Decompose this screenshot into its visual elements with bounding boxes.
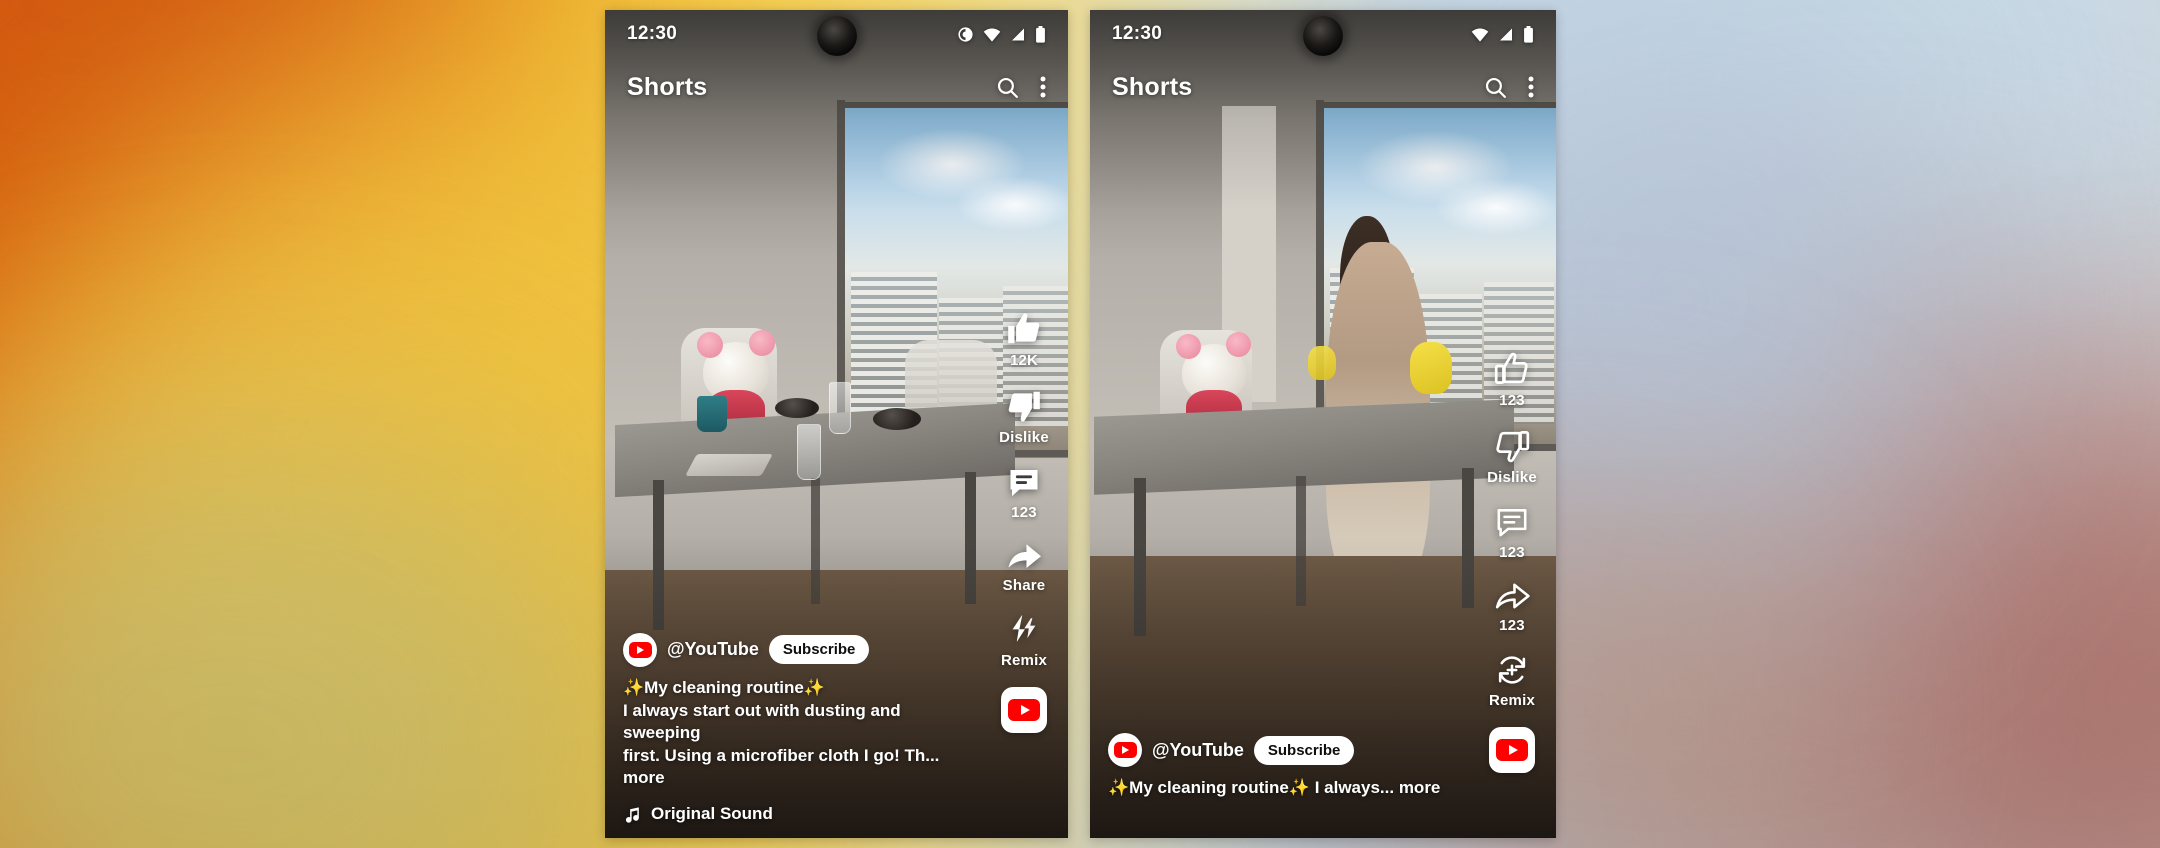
wifi-icon (983, 27, 1001, 42)
comment-filled-icon (1006, 464, 1042, 500)
thumbs-down-filled-icon (1005, 387, 1043, 425)
status-icon-group (957, 25, 1046, 43)
like-button[interactable]: 12K (990, 310, 1058, 369)
sound-name: Original Sound (651, 804, 773, 823)
background-veil (0, 0, 2160, 848)
comment-outline-icon (1494, 504, 1530, 540)
front-camera-punch-hole (816, 16, 857, 56)
status-time: 12:30 (1112, 23, 1163, 44)
description-line-3: first. Using a microfiber cloth I go! Th… (623, 745, 940, 765)
status-time: 12:30 (627, 23, 678, 44)
youtube-play-icon (628, 641, 652, 658)
description-more-link[interactable]: more (1399, 778, 1441, 797)
shorts-header: Shorts (605, 58, 1068, 116)
page-title: Shorts (627, 72, 708, 101)
video-description[interactable]: ✨My cleaning routine✨ I always... more (1108, 777, 1488, 800)
youtube-play-icon (1113, 742, 1137, 759)
header-action-group (1483, 75, 1534, 100)
dislike-label: Dislike (999, 429, 1049, 446)
page-title: Shorts (1112, 72, 1193, 101)
dislike-button[interactable]: Dislike (990, 387, 1058, 446)
description-line-1: ✨My cleaning routine✨ I always... (1108, 778, 1395, 798)
share-button[interactable]: Share (990, 539, 1058, 594)
cellular-signal-icon (1498, 27, 1514, 42)
music-note-icon (623, 805, 642, 824)
wifi-icon (1471, 27, 1489, 42)
like-count: 123 (1499, 392, 1525, 409)
video-meta: @YouTube Subscribe ✨My cleaning routine✨… (605, 632, 1068, 838)
description-more-link[interactable]: more (623, 768, 665, 787)
channel-handle[interactable]: @YouTube (667, 639, 759, 660)
battery-icon (1035, 25, 1046, 43)
description-line-3-wrap: first. Using a microfiber cloth I go! Th… (623, 745, 959, 790)
comment-button[interactable]: 123 (990, 464, 1058, 521)
search-icon[interactable] (995, 75, 1020, 100)
share-label: Share (1002, 577, 1046, 594)
channel-row: @YouTube Subscribe (623, 632, 1050, 667)
shorts-header: Shorts (1090, 58, 1556, 116)
cellular-signal-icon (1010, 27, 1026, 42)
search-icon[interactable] (1483, 75, 1508, 100)
channel-row: @YouTube Subscribe (1108, 733, 1538, 768)
status-icon-group (1471, 25, 1534, 43)
remix-button[interactable]: Remix (1478, 652, 1546, 709)
screenshot-canvas: 12:30 Shorts 12K Dislike 123 Share Remix… (0, 0, 2160, 848)
more-vertical-icon[interactable] (1040, 75, 1046, 99)
description-line-2: I always start out with dusting and swee… (623, 700, 901, 743)
sound-row[interactable]: Original Sound (623, 804, 1050, 824)
like-count: 12K (1009, 352, 1039, 369)
thumbs-down-outline-icon (1493, 427, 1531, 465)
video-description[interactable]: ✨My cleaning routine✨ I always start out… (623, 677, 959, 790)
youtube-avatar-icon[interactable] (1108, 733, 1142, 768)
comment-button[interactable]: 123 (1478, 504, 1546, 561)
youtube-avatar-icon[interactable] (623, 632, 657, 667)
video-meta: @YouTube Subscribe ✨My cleaning routine✨… (1090, 733, 1556, 814)
phone-mockup-right: 12:30 Shorts 123 Dislike 123 123 Remix @… (1090, 10, 1556, 838)
description-line-1: ✨My cleaning routine✨ (623, 677, 825, 697)
thumbs-up-outline-icon (1493, 350, 1531, 388)
remix-label: Remix (1488, 692, 1536, 709)
like-button[interactable]: 123 (1478, 350, 1546, 409)
more-vertical-icon[interactable] (1528, 75, 1534, 99)
dislike-label: Dislike (1487, 469, 1537, 486)
remix-refresh-plus-icon (1494, 652, 1530, 688)
thumbs-up-filled-icon (1005, 310, 1043, 348)
comment-count: 123 (1011, 504, 1037, 521)
share-button[interactable]: 123 (1478, 579, 1546, 634)
channel-handle[interactable]: @YouTube (1152, 740, 1244, 761)
share-count: 123 (1499, 617, 1525, 634)
brightness-icon (957, 26, 974, 43)
comment-count: 123 (1499, 544, 1525, 561)
subscribe-button[interactable]: Subscribe (1253, 735, 1355, 765)
battery-icon (1523, 25, 1534, 43)
action-rail: 123 Dislike 123 123 Remix (1478, 350, 1546, 773)
share-arrow-outline-icon (1493, 579, 1531, 613)
dislike-button[interactable]: Dislike (1478, 427, 1546, 486)
phone-mockup-left: 12:30 Shorts 12K Dislike 123 Share Remix… (605, 10, 1068, 838)
front-camera-punch-hole (1303, 16, 1343, 56)
share-arrow-filled-icon (1005, 539, 1043, 573)
subscribe-button[interactable]: Subscribe (768, 635, 870, 665)
header-action-group (995, 75, 1046, 100)
